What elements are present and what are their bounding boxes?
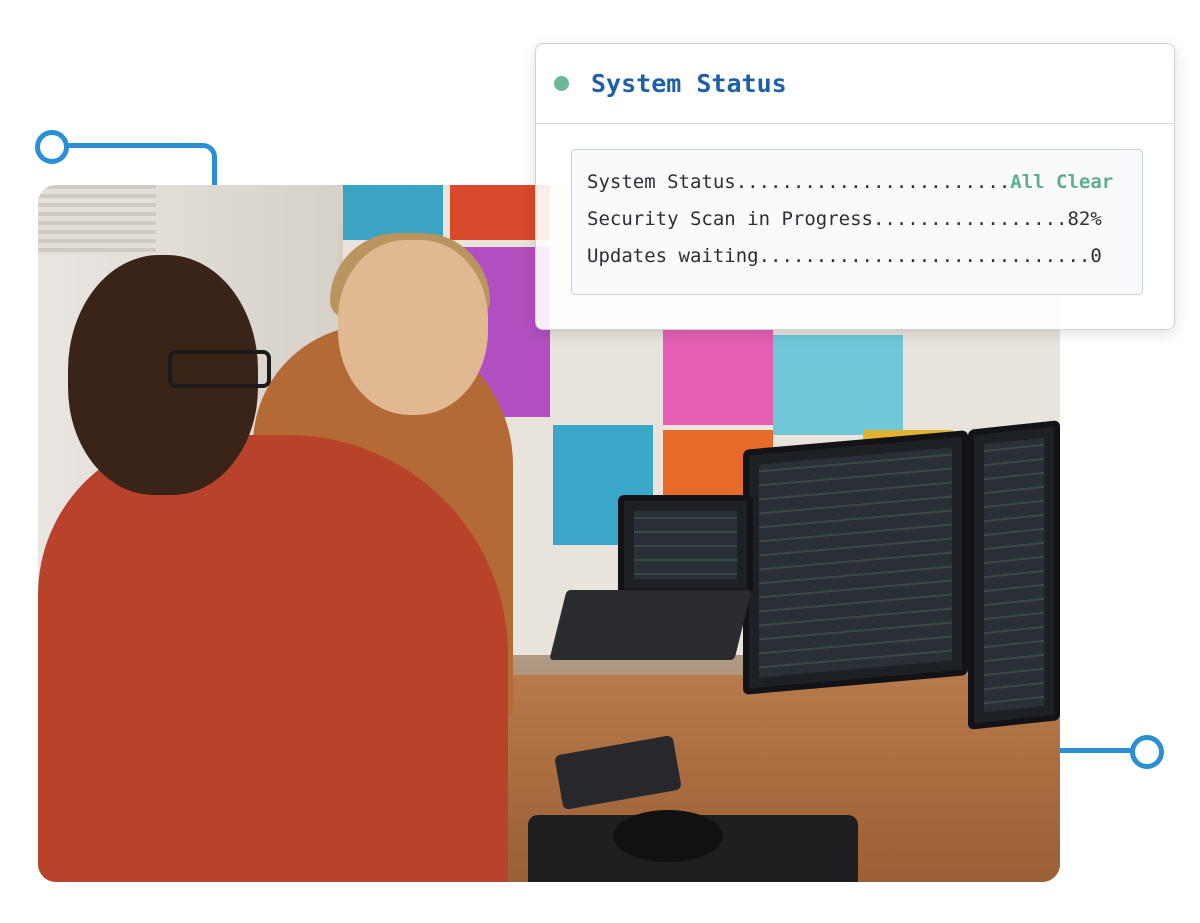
connector-line-bottom — [1058, 748, 1140, 753]
photo-vent — [38, 185, 156, 255]
row-dots: ........................ — [735, 171, 1011, 193]
glass-pane — [663, 330, 773, 425]
mouse — [613, 810, 723, 862]
laptop-base — [549, 590, 752, 660]
status-row-updates: Updates waiting.........................… — [587, 238, 1142, 275]
row-label: System Status — [587, 171, 736, 193]
glass-pane — [773, 335, 903, 435]
system-status-card: System Status System Status.............… — [535, 43, 1175, 330]
row-dots: ................. — [872, 208, 1068, 230]
row-value: 82% — [1067, 208, 1102, 230]
man-figure — [38, 435, 508, 882]
laptop-screen — [618, 495, 753, 595]
row-value: 0 — [1090, 245, 1102, 267]
connector-node-bottom — [1130, 735, 1164, 769]
woman-head — [338, 240, 488, 415]
connector-node-top — [35, 130, 69, 164]
row-label: Updates waiting — [587, 245, 759, 267]
status-list: System Status........................All… — [571, 149, 1143, 295]
row-dots: ............................. — [758, 245, 1091, 267]
monitor-main — [743, 430, 968, 695]
row-label: Security Scan in Progress — [587, 208, 873, 230]
monitor-side — [968, 420, 1060, 730]
glass-pane — [343, 185, 443, 240]
row-value: All Clear — [1010, 171, 1114, 193]
card-header: System Status — [536, 44, 1174, 124]
status-row-system: System Status........................All… — [587, 164, 1142, 201]
card-title: System Status — [591, 69, 787, 98]
status-dot-icon — [554, 76, 569, 91]
status-row-security-scan: Security Scan in Progress...............… — [587, 201, 1142, 238]
man-glasses — [168, 350, 271, 388]
